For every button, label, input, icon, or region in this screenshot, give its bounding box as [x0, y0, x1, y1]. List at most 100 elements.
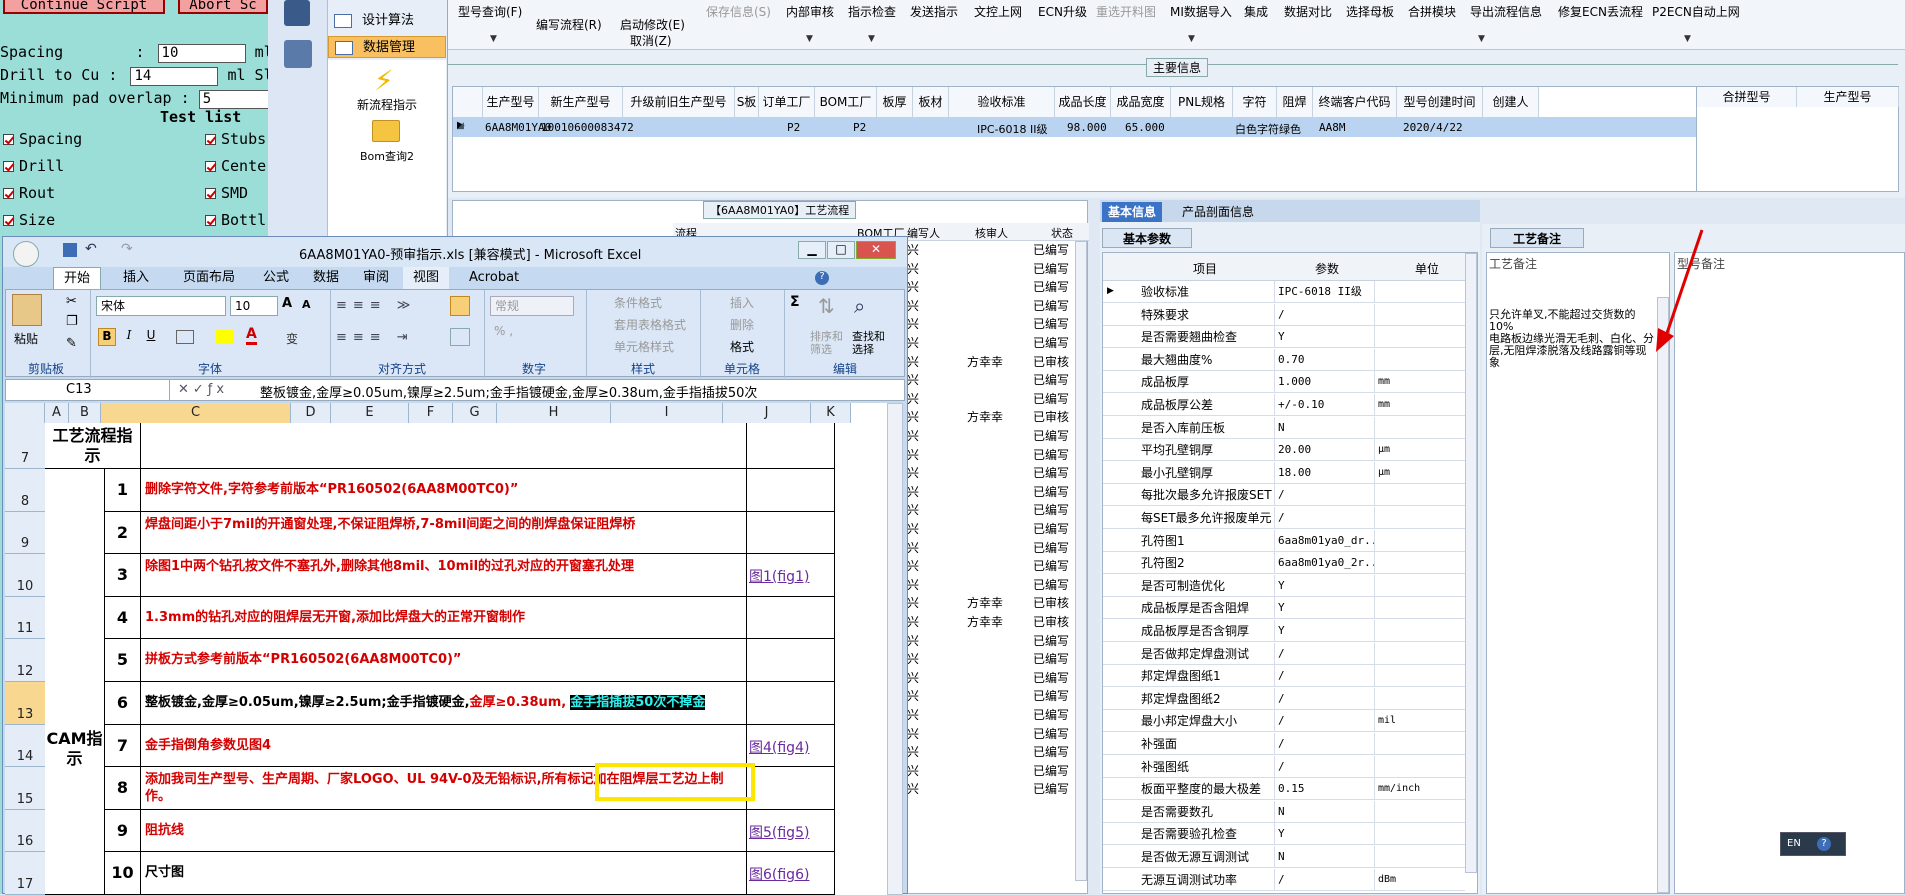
- minimize-button[interactable]: ▁: [798, 241, 826, 259]
- cell-width[interactable]: 65.000: [1125, 121, 1165, 134]
- param-row[interactable]: 无源互调测试功率 / dBm: [1103, 868, 1465, 891]
- conditional-format-button[interactable]: 条件格式: [614, 294, 662, 311]
- delete-cells-button[interactable]: 删除: [730, 316, 754, 333]
- figure-link[interactable]: 图1(fig1): [749, 569, 809, 585]
- param-value[interactable]: Y: [1276, 823, 1375, 846]
- app-icon[interactable]: [284, 0, 310, 26]
- process-status[interactable]: 已编写: [1033, 780, 1069, 797]
- step-text[interactable]: 1.3mm的钻孔对应的阻焊层无开窗,添加比焊盘大的正常开窗制作: [141, 596, 747, 640]
- toolbar-ecn-upgrade[interactable]: ECN升级: [1038, 3, 1087, 20]
- process-writer[interactable]: 兴: [907, 650, 919, 667]
- formula-input[interactable]: 整板镀金,金厚≥0.05um,镍厚≥2.5um;金手指镀硬金,金厚≥0.38um…: [260, 382, 757, 401]
- col-header[interactable]: 订单工厂: [759, 87, 815, 117]
- column-header[interactable]: E: [331, 403, 409, 423]
- col-header[interactable]: 编写人: [907, 225, 940, 241]
- process-writer[interactable]: 兴: [907, 687, 919, 704]
- process-status[interactable]: 已编写: [1033, 390, 1069, 407]
- copy-icon[interactable]: ❐: [66, 314, 78, 329]
- undo-icon[interactable]: ↶: [85, 241, 97, 257]
- row-header[interactable]: 12: [5, 639, 45, 682]
- number-format-select[interactable]: 常规: [490, 296, 574, 316]
- process-status[interactable]: 已编写: [1033, 483, 1069, 500]
- process-status[interactable]: 已审核: [1033, 594, 1069, 611]
- step-text[interactable]: 拼板方式参考前版本“PR160502(6AA8M00TC0)”: [141, 639, 747, 682]
- param-row[interactable]: 每批次最多允许报废SET /: [1103, 484, 1465, 507]
- toolbar-fix-ecn[interactable]: 修复ECN丢流程: [1558, 3, 1643, 20]
- tab-basic-info[interactable]: 基本信息: [1102, 202, 1163, 222]
- col-header[interactable]: 参数: [1315, 260, 1339, 277]
- col-header[interactable]: 字符: [1233, 87, 1277, 117]
- process-writer[interactable]: 兴: [907, 780, 919, 797]
- toolbar-cancel[interactable]: 取消(Z): [630, 32, 672, 49]
- toolbar-model-query[interactable]: 型号查询(F): [458, 3, 522, 20]
- scrollbar[interactable]: [1075, 241, 1087, 881]
- toolbar-mi-import[interactable]: MI数据导入: [1170, 3, 1232, 20]
- param-row[interactable]: 是否做邦定焊盘测试 /: [1103, 642, 1465, 665]
- param-row[interactable]: 是否可制造优化 Y: [1103, 574, 1465, 597]
- vertical-align-icons[interactable]: ≡≡≡ ≫: [336, 298, 416, 313]
- col-header[interactable]: BOM工厂: [815, 87, 877, 117]
- param-value[interactable]: Y: [1276, 574, 1375, 597]
- redo-icon[interactable]: ↷: [121, 241, 133, 257]
- step-number[interactable]: 1: [105, 469, 141, 512]
- drill-to-cu-input[interactable]: [130, 66, 219, 86]
- check-center[interactable]: Cente: [205, 157, 266, 175]
- step-number[interactable]: 9: [105, 809, 141, 853]
- param-row[interactable]: 成品板厚公差 +/-0.10 mm: [1103, 394, 1465, 416]
- border-icon[interactable]: [176, 330, 194, 344]
- process-writer[interactable]: 兴: [907, 743, 919, 760]
- process-status[interactable]: 已编写: [1033, 743, 1069, 760]
- paste-button[interactable]: 粘贴: [14, 330, 38, 347]
- process-writer[interactable]: 兴: [907, 706, 919, 723]
- check-smd[interactable]: SMD: [205, 184, 248, 202]
- col-header[interactable]: 终端客户代码: [1313, 87, 1397, 117]
- cell-solder-mask[interactable]: 绿色: [1279, 121, 1301, 137]
- process-status[interactable]: 已编写: [1033, 241, 1069, 258]
- step-number[interactable]: 4: [105, 596, 141, 640]
- param-value[interactable]: /: [1276, 710, 1375, 733]
- param-value[interactable]: 0.70: [1276, 348, 1375, 371]
- param-value[interactable]: /: [1276, 868, 1375, 891]
- insert-cells-button[interactable]: 插入: [730, 294, 754, 311]
- shrink-font-icon[interactable]: A: [302, 298, 311, 311]
- process-status[interactable]: 已编写: [1033, 260, 1069, 277]
- help-icon[interactable]: ?: [1817, 837, 1831, 851]
- param-value[interactable]: 6aa8m01ya0_dr...: [1276, 529, 1375, 552]
- process-status[interactable]: 已编写: [1033, 446, 1069, 463]
- figure-link-cell[interactable]: [747, 596, 835, 640]
- phonetic-icon[interactable]: 变: [286, 330, 298, 347]
- process-status[interactable]: 已编写: [1033, 297, 1069, 314]
- formula-icons[interactable]: ✕✓ƒx: [178, 382, 228, 397]
- process-status[interactable]: 已编写: [1033, 669, 1069, 686]
- chevron-down-icon[interactable]: ▼: [1188, 34, 1195, 44]
- param-row[interactable]: 是否需要验孔检查 Y: [1103, 823, 1465, 846]
- ribbon-tab-home[interactable]: 开始: [53, 267, 102, 289]
- wrap-text-icon[interactable]: [450, 296, 470, 316]
- process-writer[interactable]: 兴: [907, 353, 919, 370]
- tab-basic-params[interactable]: 基本参数: [1102, 228, 1193, 248]
- param-row[interactable]: 成品板厚是否含铜厚 Y: [1103, 620, 1465, 642]
- process-writer[interactable]: 兴: [907, 446, 919, 463]
- percent-icon[interactable]: % ,: [494, 324, 513, 338]
- find-icon[interactable]: ⌕: [854, 294, 865, 318]
- process-status[interactable]: 已编写: [1033, 334, 1069, 351]
- param-row[interactable]: 最小邦定焊盘大小 / mil: [1103, 710, 1465, 733]
- process-status[interactable]: 已编写: [1033, 576, 1069, 593]
- param-row[interactable]: 补强图纸 /: [1103, 755, 1465, 778]
- process-status[interactable]: 已编写: [1033, 501, 1069, 518]
- process-status[interactable]: 已审核: [1033, 613, 1069, 630]
- cell[interactable]: [141, 423, 747, 469]
- param-row[interactable]: 板面平整度的最大极差 0.15 mm/inch: [1103, 778, 1465, 801]
- abort-script-button[interactable]: Abort Sc: [178, 0, 268, 14]
- col-header[interactable]: 板材: [913, 87, 949, 117]
- col-header[interactable]: S板: [735, 87, 759, 117]
- column-header[interactable]: F: [409, 403, 453, 423]
- process-status[interactable]: 已编写: [1033, 632, 1069, 649]
- col-header[interactable]: 生产型号: [483, 87, 539, 117]
- cam-instruction-cell[interactable]: CAM指示: [45, 469, 105, 895]
- figure-link-cell[interactable]: [747, 511, 835, 555]
- check-stubs[interactable]: Stubs: [205, 130, 266, 148]
- column-header[interactable]: K: [811, 403, 851, 423]
- cell-style-button[interactable]: 单元格样式: [614, 338, 674, 355]
- param-row[interactable]: 是否需要翘曲检查 Y: [1103, 326, 1465, 349]
